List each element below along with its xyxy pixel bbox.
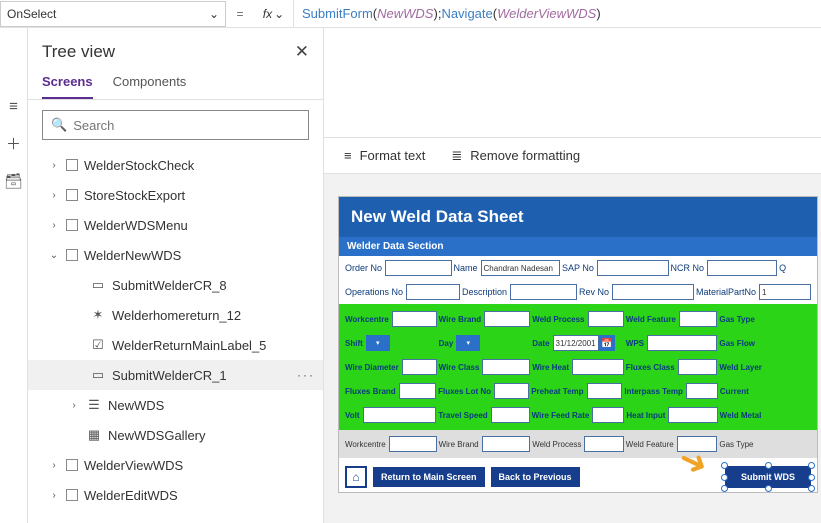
more-icon[interactable]: ···	[297, 368, 315, 382]
left-rail: ≡ ＋ 🗃	[0, 28, 28, 523]
tree-title: Tree view	[42, 42, 115, 62]
home-icon[interactable]: ⌂	[345, 466, 367, 488]
search-icon: 🔍	[51, 117, 67, 133]
tree-item[interactable]: ›WelderEditWDS	[28, 480, 323, 510]
format-icon: ≡	[344, 148, 352, 163]
calendar-icon[interactable]: 📅	[599, 335, 615, 351]
desc-input[interactable]	[510, 284, 577, 300]
screen-title: New Weld Data Sheet	[339, 197, 817, 237]
remove-formatting-button[interactable]: ≣Remove formatting	[451, 148, 580, 164]
canvas: ≡Format text ≣Remove formatting New Weld…	[324, 28, 821, 523]
tree-item[interactable]: ›WelderWDSMenu	[28, 210, 323, 240]
tree-item-selected[interactable]: ▭SubmitWelderCR_1···	[28, 360, 323, 390]
tree-item[interactable]: ›WelderViewWDS	[28, 450, 323, 480]
formula-bar[interactable]: SubmitForm(NewWDS);Navigate(WelderViewWD…	[294, 0, 821, 27]
rev-input[interactable]	[612, 284, 694, 300]
tree-panel: Tree view ✕ Screens Components 🔍 ›Welder…	[28, 28, 324, 523]
tree-item[interactable]: ▦NewWDSGallery	[28, 420, 323, 450]
form-icon: ☰	[86, 397, 102, 413]
app-screen[interactable]: New Weld Data Sheet Welder Data Section …	[338, 196, 818, 493]
sap-input[interactable]	[597, 260, 669, 276]
close-icon[interactable]: ✕	[295, 42, 309, 62]
button-icon: ▭	[90, 277, 106, 293]
tree-item[interactable]: ☑WelderReturnMainLabel_5	[28, 330, 323, 360]
tree-item[interactable]: ✶Welderhomereturn_12	[28, 300, 323, 330]
tree-item[interactable]: ›☰NewWDS	[28, 390, 323, 420]
day-dropdown[interactable]: ▾	[456, 335, 480, 351]
tab-screens[interactable]: Screens	[42, 68, 93, 99]
name-input[interactable]: Chandran Nadesan	[481, 260, 561, 276]
order-input[interactable]	[385, 260, 452, 276]
data-icon[interactable]: 🗃	[4, 172, 23, 190]
search-input[interactable]: 🔍	[42, 110, 309, 140]
image-icon: ✶	[90, 307, 106, 323]
remove-format-icon: ≣	[451, 148, 462, 164]
label-icon: ☑	[90, 337, 106, 353]
layers-icon[interactable]: ≡	[9, 98, 18, 115]
equals-label: =	[226, 7, 254, 21]
property-value: OnSelect	[7, 7, 56, 21]
ops-input[interactable]	[406, 284, 460, 300]
shift-dropdown[interactable]: ▾	[366, 335, 390, 351]
submit-button-selected[interactable]: Submit WDS	[725, 466, 811, 488]
add-icon[interactable]: ＋	[6, 133, 21, 154]
tab-components[interactable]: Components	[113, 68, 187, 99]
tree-item[interactable]: ›WelderStockCheck	[28, 150, 323, 180]
section-header: Welder Data Section	[339, 237, 817, 256]
back-button[interactable]: Back to Previous	[491, 467, 580, 487]
gallery-icon: ▦	[86, 427, 102, 443]
mat-input[interactable]: 1	[759, 284, 811, 300]
return-main-button[interactable]: Return to Main Screen	[373, 467, 485, 487]
chevron-down-icon: ⌄	[274, 7, 284, 21]
tree-item[interactable]: ›StoreStockExport	[28, 180, 323, 210]
tree-item[interactable]: ⌄WelderNewWDS	[28, 240, 323, 270]
chevron-down-icon: ⌄	[209, 7, 219, 21]
format-text-button[interactable]: ≡Format text	[344, 148, 425, 163]
button-icon: ▭	[90, 367, 106, 383]
tree-item[interactable]: ▭SubmitWelderCR_8	[28, 270, 323, 300]
property-dropdown[interactable]: OnSelect ⌄	[0, 1, 226, 27]
ncr-input[interactable]	[707, 260, 777, 276]
fx-dropdown[interactable]: fx⌄	[254, 0, 294, 27]
